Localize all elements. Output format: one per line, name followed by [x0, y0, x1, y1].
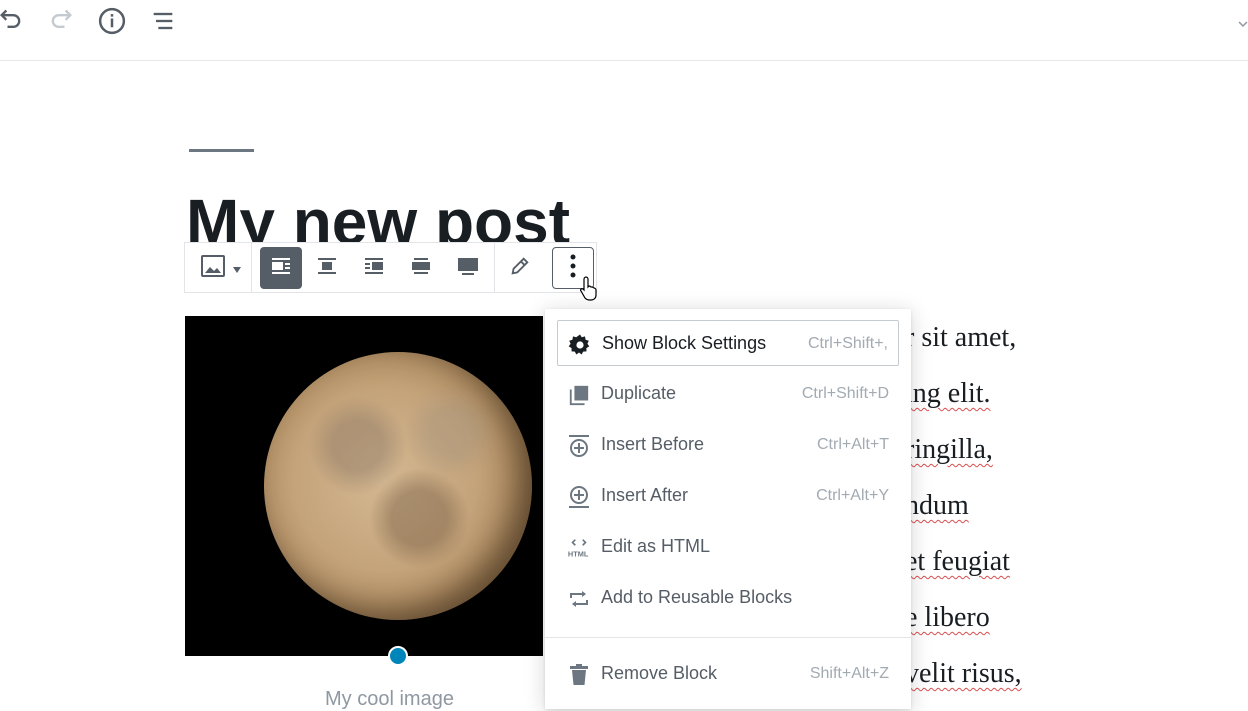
toolbar-divider — [494, 243, 495, 292]
block-settings-menu: Show Block Settings Ctrl+Shift+, Duplica… — [545, 309, 911, 709]
align-right-button[interactable] — [353, 247, 395, 289]
menu-item-label: Edit as HTML — [601, 536, 711, 556]
menu-item-label: Remove Block — [601, 663, 718, 683]
align-left-button[interactable] — [260, 247, 302, 289]
menu-separator — [545, 637, 911, 638]
menu-item-label: Insert Before — [601, 434, 705, 454]
paragraph-line: ringilla, — [905, 434, 993, 465]
menu-item-label: Show Block Settings — [602, 333, 767, 353]
image-caption[interactable]: My cool image — [325, 688, 454, 711]
more-vertical-icon — [569, 253, 577, 283]
paragraph-line: et feugiat — [905, 546, 1010, 577]
resize-handle[interactable] — [388, 646, 408, 666]
duplicate-icon — [567, 383, 591, 407]
insert-after-icon — [567, 485, 591, 509]
menu-item-shortcut: Ctrl+Shift+, — [807, 335, 888, 352]
menu-item-edit-as-html[interactable]: HTML Edit as HTML — [557, 524, 899, 570]
full-width-button[interactable] — [447, 247, 489, 289]
menu-item-shortcut: Ctrl+Shift+D — [801, 385, 889, 402]
menu-item-show-block-settings[interactable]: Show Block Settings Ctrl+Shift+, — [557, 320, 899, 366]
menu-item-add-to-reusable-blocks[interactable]: Add to Reusable Blocks — [557, 575, 899, 621]
title-separator — [189, 149, 254, 152]
redo-button[interactable] — [44, 4, 78, 38]
edit-image-button[interactable] — [499, 247, 541, 289]
toolbar-divider — [251, 243, 252, 292]
editor-header-toolbar — [0, 0, 1248, 61]
mars-image — [264, 352, 532, 620]
reusable-icon — [567, 587, 591, 611]
menu-item-insert-before[interactable]: Insert Before Ctrl+Alt+T — [557, 422, 899, 468]
align-center-button[interactable] — [306, 247, 348, 289]
list-icon — [149, 7, 177, 35]
menu-item-shortcut: Ctrl+Alt+T — [816, 436, 889, 453]
wide-width-button[interactable] — [400, 247, 442, 289]
html-icon: HTML — [567, 536, 591, 560]
menu-item-label: Duplicate — [601, 383, 677, 403]
pencil-icon — [509, 255, 531, 281]
chevron-down-icon — [232, 259, 242, 278]
align-left-icon — [269, 254, 293, 282]
align-center-icon — [315, 254, 339, 282]
undo-icon — [0, 7, 25, 35]
paragraph-line: e libero — [905, 602, 990, 633]
menu-item-shortcut: Shift+Alt+Z — [809, 665, 889, 682]
full-width-icon — [456, 254, 480, 282]
align-right-icon — [362, 254, 386, 282]
image-icon — [200, 253, 228, 283]
info-icon — [97, 6, 127, 36]
insert-before-icon — [567, 434, 591, 458]
gear-icon — [568, 333, 592, 357]
menu-item-shortcut: Ctrl+Alt+Y — [816, 487, 889, 504]
menu-item-remove-block[interactable]: Remove Block Shift+Alt+Z — [557, 651, 899, 697]
paragraph-line: r sit amet, — [905, 322, 1017, 353]
undo-button[interactable] — [0, 4, 28, 38]
trash-icon — [567, 663, 591, 687]
chevron-down-icon[interactable] — [1238, 14, 1248, 28]
paragraph-line: ndum — [905, 490, 969, 521]
menu-item-label: Insert After — [601, 485, 689, 505]
change-block-type-button[interactable] — [193, 247, 249, 289]
svg-text:HTML: HTML — [568, 549, 589, 558]
image-block[interactable] — [185, 316, 543, 656]
menu-item-label: Add to Reusable Blocks — [601, 587, 793, 607]
menu-item-duplicate[interactable]: Duplicate Ctrl+Shift+D — [557, 371, 899, 417]
menu-item-insert-after[interactable]: Insert After Ctrl+Alt+Y — [557, 473, 899, 519]
wide-width-icon — [409, 254, 433, 282]
block-toolbar — [184, 242, 597, 293]
paragraph-line: ing elit. — [905, 378, 991, 409]
redo-icon — [47, 7, 75, 35]
paragraph-line: velit risus, — [905, 658, 1022, 689]
block-navigation-button[interactable] — [146, 4, 180, 38]
info-button[interactable] — [95, 4, 129, 38]
hand-cursor-icon — [580, 275, 598, 305]
